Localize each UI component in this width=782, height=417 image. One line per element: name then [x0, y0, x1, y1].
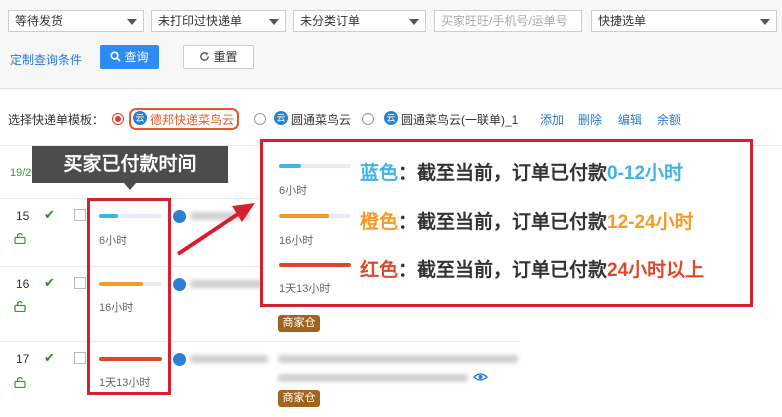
filter-bar: 等待发货 未打印过快递单 未分类订单 买家旺旺/手机号/运单号 快捷选单 定制查…: [0, 0, 782, 89]
legend-bar-fill: [279, 263, 351, 267]
balance-link[interactable]: 余额: [657, 111, 681, 128]
legend-color-name: 红色: [360, 260, 399, 281]
legend-color-name: 蓝色: [360, 163, 399, 184]
edit-template-link[interactable]: 编辑: [618, 111, 642, 128]
reset-button[interactable]: 重置: [183, 45, 254, 69]
category-select-value: 未分类订单: [300, 14, 361, 28]
legend-description: ：截至当前，订单已付款: [398, 163, 608, 184]
legend-color-name: 橙色: [360, 212, 399, 233]
template-label: 选择快递单模板：: [8, 113, 105, 127]
legend-bar: [279, 214, 351, 218]
print-status-value: 未打印过快递单: [158, 14, 243, 28]
buyer-name-blurred: [190, 355, 268, 363]
chevron-down-icon: [760, 19, 770, 25]
reset-button-label: 重置: [213, 50, 238, 64]
buyer-search-placeholder: 买家旺旺/手机号/运单号: [441, 14, 568, 28]
add-template-link[interactable]: 添加: [540, 111, 564, 128]
quick-select[interactable]: 快捷选单: [591, 10, 777, 32]
paid-time-callout: 买家已付款时间: [32, 146, 228, 183]
buyer-search-input[interactable]: 买家旺旺/手机号/运单号: [434, 10, 582, 32]
unlock-icon[interactable]: [14, 377, 26, 388]
quick-select-value: 快捷选单: [598, 14, 647, 28]
row-number: 16: [16, 277, 30, 291]
address-blurred: [278, 355, 518, 363]
legend-duration: 16小时: [279, 235, 314, 247]
buyer-name-blurred: [190, 280, 264, 288]
legend-duration: 1天13小时: [279, 283, 331, 295]
template-radio-debang[interactable]: [112, 113, 124, 125]
legend-description: ：截至当前，订单已付款: [398, 212, 608, 233]
legend-duration: 6小时: [279, 185, 308, 197]
template-name-yuantong[interactable]: 圆通菜鸟云: [291, 111, 351, 128]
unlock-icon[interactable]: [14, 301, 26, 312]
check-icon: ✔: [44, 275, 55, 290]
cloud-icon: 云: [384, 111, 398, 125]
legend-range: 24小时以上: [607, 260, 705, 281]
row-checkbox[interactable]: [74, 352, 86, 364]
warehouse-tag: 商家仓: [278, 315, 320, 332]
template-name-yuantong-single[interactable]: 圆通菜鸟云(一联单)_1: [401, 111, 518, 128]
query-button-label: 查询: [124, 50, 149, 64]
chevron-down-icon: [127, 19, 137, 25]
cloud-icon: 云: [274, 111, 288, 125]
chevron-down-icon: [269, 19, 279, 25]
eye-icon[interactable]: [473, 372, 488, 382]
avatar-icon[interactable]: [173, 353, 186, 366]
callout-pointer: [124, 183, 136, 190]
legend-bar: [279, 263, 351, 267]
template-radio-yuantong[interactable]: [254, 113, 266, 125]
category-select[interactable]: 未分类订单: [293, 10, 426, 32]
address-blurred: [278, 374, 468, 382]
delete-template-link[interactable]: 删除: [578, 111, 602, 128]
avatar-icon[interactable]: [173, 278, 186, 291]
status-select-value: 等待发货: [15, 14, 64, 28]
row-number: 15: [16, 209, 30, 223]
row-number: 17: [16, 352, 30, 366]
print-status-select[interactable]: 未打印过快递单: [151, 10, 286, 32]
legend-bar: [279, 164, 351, 168]
row-checkbox[interactable]: [74, 209, 86, 221]
legend-text-red: 红色：截至当前，订单已付款24小时以上: [360, 255, 704, 282]
check-icon: ✔: [44, 350, 55, 365]
cloud-icon: 云: [133, 111, 147, 125]
chevron-down-icon: [409, 19, 419, 25]
query-button[interactable]: 查询: [100, 45, 159, 69]
legend-bar-fill: [279, 214, 330, 218]
warehouse-tag: 商家仓: [278, 390, 320, 407]
legend-text-orange: 橙色：截至当前，订单已付款12-24小时: [360, 207, 694, 234]
legend-bar-fill: [279, 164, 301, 168]
legend-description: ：截至当前，订单已付款: [398, 260, 608, 281]
template-radio-yuantong-single[interactable]: [362, 113, 374, 125]
color-legend: 6小时 蓝色：截至当前，订单已付款0-12小时 16小时 橙色：截至当前，订单已…: [260, 139, 753, 307]
legend-text-blue: 蓝色：截至当前，订单已付款0-12小时: [360, 158, 683, 185]
row-checkbox[interactable]: [74, 277, 86, 289]
unlock-icon[interactable]: [14, 233, 26, 244]
check-icon: ✔: [44, 207, 55, 222]
search-icon: [110, 51, 122, 62]
row-divider: [0, 341, 520, 342]
avatar-icon[interactable]: [173, 210, 186, 223]
template-name-debang[interactable]: 德邦快递菜鸟云: [150, 111, 234, 128]
legend-range: 0-12小时: [607, 163, 684, 184]
custom-query-link[interactable]: 定制查询条件: [10, 51, 82, 68]
status-select[interactable]: 等待发货: [8, 10, 144, 32]
legend-range: 12-24小时: [607, 212, 694, 233]
paid-time-column-highlight: [87, 198, 171, 395]
refresh-icon: [200, 52, 210, 61]
buyer-name-blurred: [190, 212, 250, 220]
